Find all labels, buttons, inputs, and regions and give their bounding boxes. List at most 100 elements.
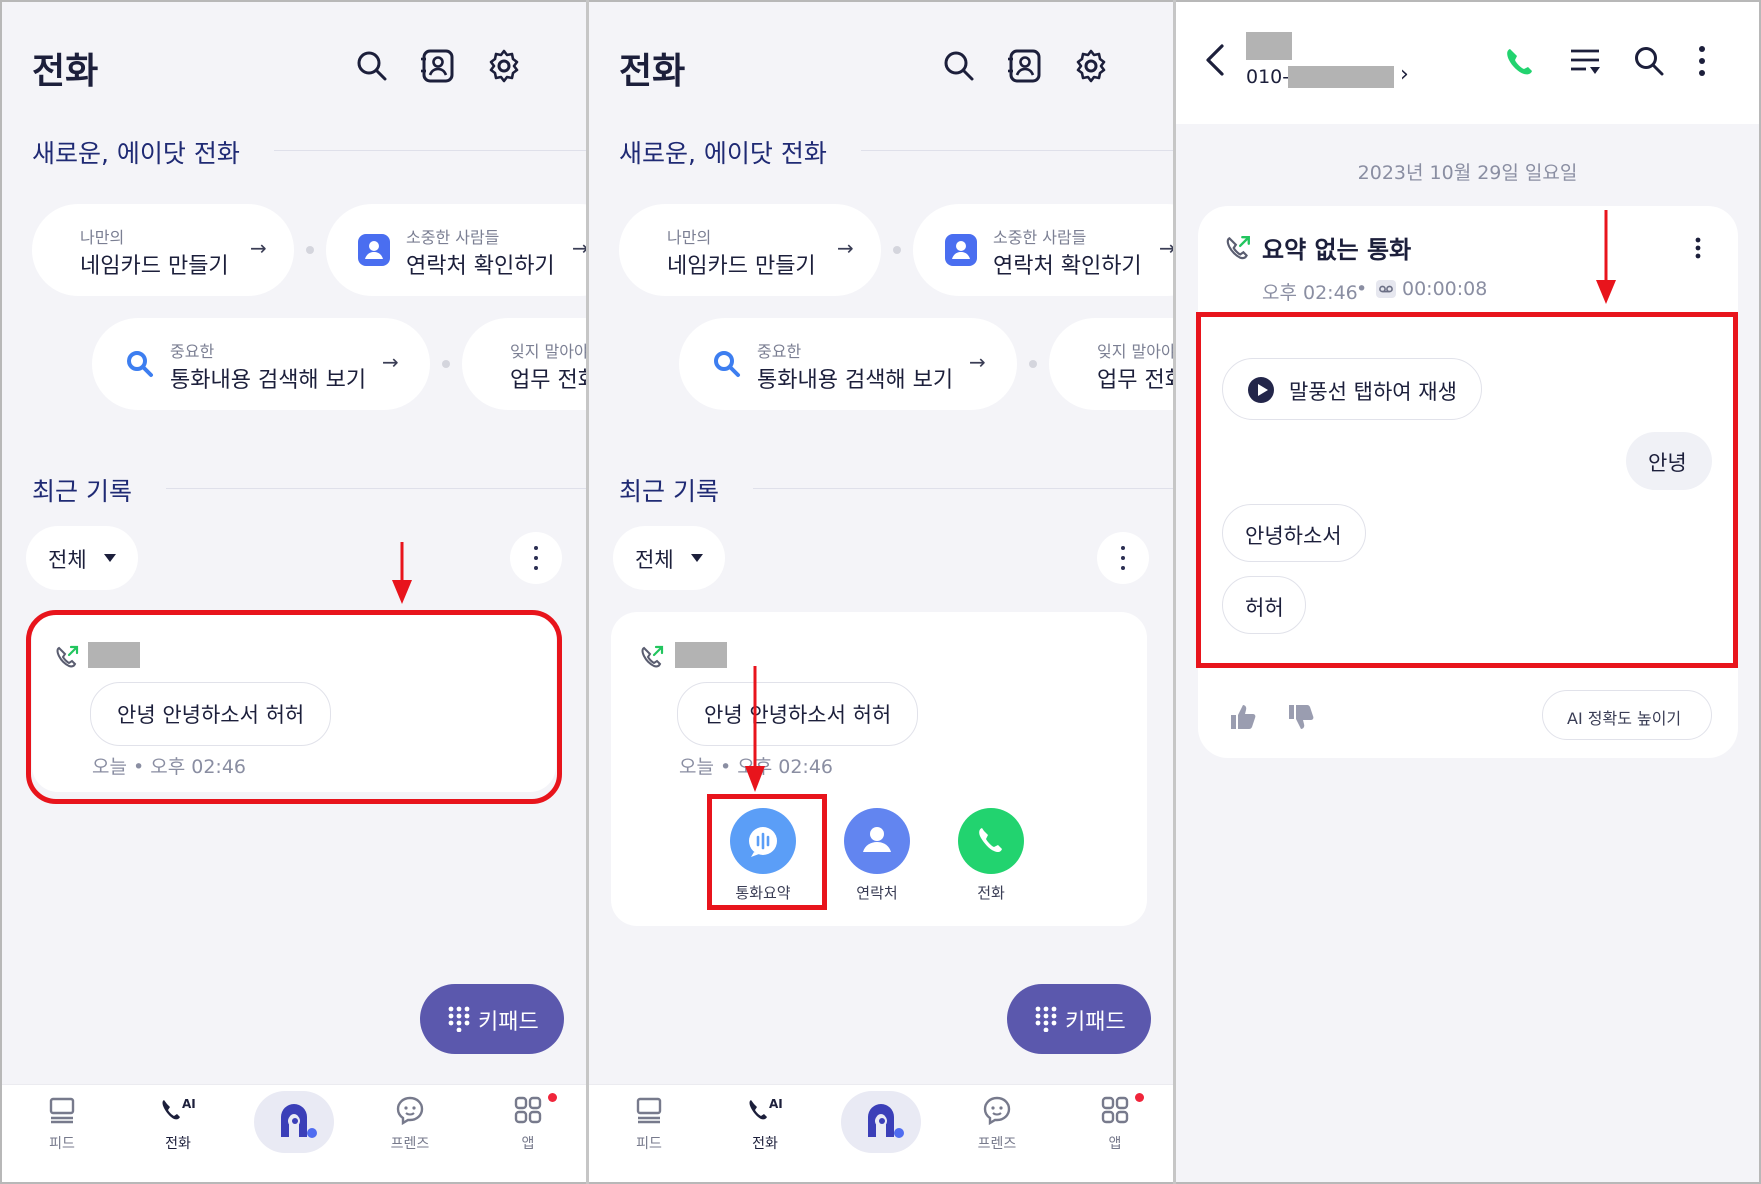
phone-call-icon[interactable] (1502, 44, 1536, 78)
nav-label: 전화 (752, 1136, 778, 1152)
search-badge-icon (124, 348, 156, 380)
adot-home-button[interactable] (841, 1091, 921, 1153)
carousel-dot (442, 360, 450, 368)
contact-name-redacted (1246, 32, 1292, 60)
nav-label: 앱 (1108, 1136, 1122, 1152)
bottom-navigation: 피드 AI 전화 프렌즈 앱 (589, 1084, 1173, 1182)
contacts-book-icon[interactable] (420, 48, 456, 84)
chevron-right-icon[interactable]: › (1400, 62, 1409, 87)
highlight-box (707, 794, 827, 910)
arrow-right-icon: → (1159, 236, 1173, 260)
svg-text:AI: AI (769, 1097, 783, 1111)
call-duration: 00:00:08 (1402, 278, 1488, 300)
call-action[interactable]: 전화 (957, 808, 1025, 903)
call-transcript-bubble[interactable]: 안녕 안녕하소서 허허 (677, 682, 919, 746)
contact-badge-icon (945, 234, 977, 266)
outgoing-call-icon (639, 644, 665, 670)
section-divider (753, 488, 1173, 489)
filter-label: 전체 (48, 548, 87, 572)
nav-feed[interactable]: 피드 (22, 1095, 102, 1153)
contacts-book-icon[interactable] (1007, 48, 1043, 84)
contact-badge-icon (358, 234, 390, 266)
section-title-new: 새로운, 에이닷 전화 (619, 139, 827, 168)
card-title: 연락처 확인하기 (406, 254, 555, 279)
arrow-right-icon: → (969, 350, 986, 374)
section-title-recent: 최근 기록 (32, 477, 132, 506)
carousel-dot (306, 246, 314, 254)
red-arrow-down-icon (392, 542, 412, 604)
nav-apps[interactable]: 앱 (1075, 1095, 1155, 1153)
phone-number-redacted (1288, 66, 1394, 88)
arrow-right-icon: → (572, 236, 586, 260)
separator-dot: • (1356, 278, 1368, 300)
carousel-dot (1029, 360, 1037, 368)
caret-down-icon (691, 554, 703, 562)
nav-label: 피드 (636, 1136, 662, 1152)
highlight-box (1196, 312, 1738, 668)
nav-call[interactable]: AI 전화 (138, 1095, 218, 1153)
notification-dot (1135, 1093, 1144, 1102)
search-icon[interactable] (354, 48, 390, 84)
arrow-right-icon: → (250, 236, 267, 260)
card-subtitle: 소중한 사람들 (406, 228, 500, 247)
thumbs-up-icon[interactable] (1228, 702, 1258, 732)
highlight-box (26, 610, 562, 804)
filter-dropdown[interactable]: 전체 (26, 526, 138, 590)
contacts-card[interactable]: 소중한 사람들 연락처 확인하기 → (326, 204, 586, 296)
contact-action[interactable]: 연락처 (843, 808, 911, 903)
search-icon[interactable] (1632, 44, 1666, 78)
sort-filter-icon[interactable] (1568, 46, 1602, 78)
card-subtitle: 나만의 (80, 228, 125, 247)
adot-home-button[interactable] (254, 1091, 334, 1153)
nav-label: 앱 (521, 1136, 535, 1152)
more-options-button[interactable] (510, 532, 562, 584)
nav-friends[interactable]: 프렌즈 (370, 1095, 450, 1153)
search-icon[interactable] (941, 48, 977, 84)
card-subtitle: 중요한 (757, 342, 802, 361)
card-title: 연락처 확인하기 (993, 254, 1142, 279)
nav-label: 전화 (165, 1136, 191, 1152)
contacts-card[interactable]: 소중한 사람들 연락처 확인하기 → (913, 204, 1173, 296)
nav-friends[interactable]: 프렌즈 (957, 1095, 1037, 1153)
adot-logo-icon (868, 1104, 904, 1138)
namecard-card[interactable]: 나만의 네임카드 만들기 → (32, 204, 294, 296)
nav-apps[interactable]: 앱 (488, 1095, 568, 1153)
nav-label: 피드 (49, 1136, 75, 1152)
search-calls-card[interactable]: 중요한 통화내용 검색해 보기 → (679, 318, 1017, 410)
section-divider (274, 150, 586, 151)
adot-logo-icon (281, 1104, 317, 1138)
action-label: 연락처 (856, 884, 898, 902)
more-vertical-icon[interactable] (1694, 236, 1702, 260)
feed-icon (49, 1097, 75, 1124)
arrow-right-icon: → (382, 350, 399, 374)
caret-down-icon (104, 554, 116, 562)
gear-icon[interactable] (1073, 48, 1109, 84)
filter-dropdown[interactable]: 전체 (613, 526, 725, 590)
ai-accuracy-button[interactable]: AI 정확도 높이기 (1542, 690, 1712, 740)
work-call-card[interactable]: 잊지 말아야 업무 전화 (1049, 318, 1173, 410)
thumbs-down-icon[interactable] (1286, 702, 1316, 732)
svg-text:AI: AI (182, 1097, 196, 1111)
apps-grid-icon (1101, 1096, 1129, 1124)
nav-feed[interactable]: 피드 (609, 1095, 689, 1153)
detail-header: 010- › (1176, 2, 1759, 124)
recent-call-card-expanded[interactable]: 안녕 안녕하소서 허허 오늘 • 오후 02:46 통화요약 연락처 전화 (611, 612, 1147, 926)
card-title: 통화내용 검색해 보기 (170, 368, 367, 393)
arrow-right-icon: → (837, 236, 854, 260)
keypad-button[interactable]: 키패드 (1007, 984, 1151, 1054)
nav-label: 프렌즈 (390, 1136, 430, 1152)
gear-icon[interactable] (486, 48, 522, 84)
search-calls-card[interactable]: 중요한 통화내용 검색해 보기 → (92, 318, 430, 410)
card-title: 업무 전화 (510, 368, 586, 393)
work-call-card[interactable]: 잊지 말아야 업무 전화 (462, 318, 586, 410)
namecard-card[interactable]: 나만의 네임카드 만들기 → (619, 204, 881, 296)
back-arrow-icon[interactable] (1202, 42, 1230, 78)
nav-call[interactable]: AI 전화 (725, 1095, 805, 1153)
card-title: 네임카드 만들기 (667, 254, 816, 279)
keypad-button[interactable]: 키패드 (420, 984, 564, 1054)
more-vertical-icon[interactable] (1696, 44, 1708, 78)
ai-call-icon: AI (162, 1097, 196, 1120)
nav-label: 프렌즈 (977, 1136, 1017, 1152)
more-options-button[interactable] (1097, 532, 1149, 584)
dialpad-icon (1035, 1006, 1057, 1032)
